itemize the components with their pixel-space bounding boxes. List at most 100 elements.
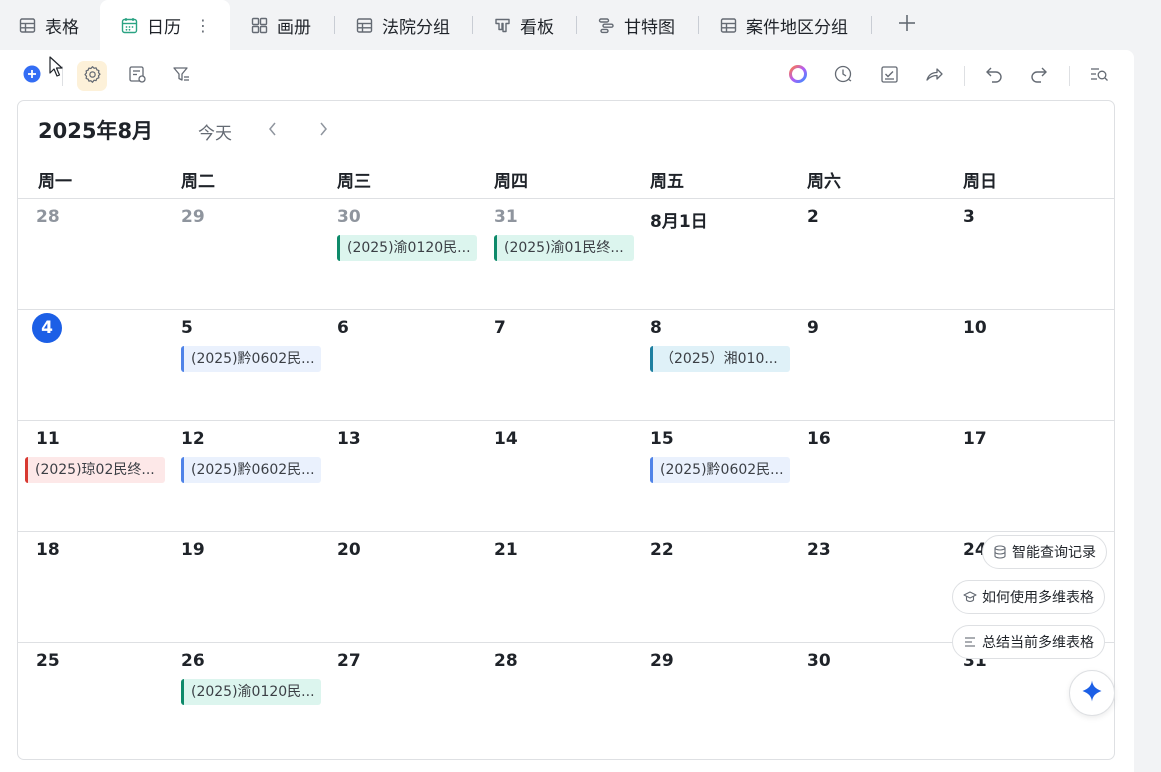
tab-divider xyxy=(576,16,577,34)
calendar-day-cell[interactable]: 6 xyxy=(317,310,474,420)
weekday-header: 周六 xyxy=(807,172,841,192)
day-number: 30 xyxy=(807,651,831,671)
calendar-event[interactable]: (2025)琼02民终... xyxy=(25,457,165,483)
task-button[interactable] xyxy=(876,63,902,89)
calendar-event[interactable]: (2025)渝0120民... xyxy=(181,679,321,705)
day-number: 31 xyxy=(494,207,518,227)
tab-gallery[interactable]: 画册 xyxy=(250,0,311,50)
calendar-day-cell[interactable]: 15 (2025)黔0602民... xyxy=(630,421,790,531)
task-check-icon xyxy=(880,65,899,88)
ai-assistant-fab[interactable] xyxy=(1069,670,1115,716)
calendar-event[interactable]: (2025)黔0602民... xyxy=(181,346,321,372)
calendar-day-cell[interactable]: 29 xyxy=(630,643,787,753)
undo-button[interactable] xyxy=(981,63,1007,89)
calendar-day-cell[interactable]: 28 xyxy=(474,643,630,753)
graduation-cap-icon xyxy=(963,590,977,604)
calendar-day-cell[interactable]: 18 xyxy=(18,532,161,642)
next-month-button[interactable] xyxy=(314,119,332,139)
record-list-button[interactable] xyxy=(124,63,150,89)
calendar-day-cell[interactable]: 4 xyxy=(18,310,161,420)
search-icon xyxy=(1089,64,1109,88)
calendar-day-cell[interactable]: 13 xyxy=(317,421,474,531)
calendar-day-cell[interactable]: 30 xyxy=(787,643,943,753)
today-date-badge: 4 xyxy=(32,313,62,343)
tab-table[interactable]: 表格 xyxy=(18,0,79,50)
search-button[interactable] xyxy=(1086,63,1112,89)
day-number: 29 xyxy=(650,651,674,671)
calendar-week-row: 18 19 20 21 22 23 24 xyxy=(18,531,1114,643)
calendar-day-cell[interactable]: 26 (2025)渝0120民... xyxy=(161,643,321,753)
gallery-icon xyxy=(250,16,268,34)
history-button[interactable] xyxy=(830,63,856,89)
calendar-day-cell[interactable]: 25 xyxy=(18,643,161,753)
ai-suggestion-query-records[interactable]: 智能查询记录 xyxy=(982,535,1107,569)
calendar-day-cell[interactable]: 20 xyxy=(317,532,474,642)
calendar-day-cell[interactable]: 14 xyxy=(474,421,630,531)
grid-table-icon xyxy=(719,16,737,34)
calendar-day-cell[interactable]: 29 xyxy=(161,199,317,309)
day-number: 5 xyxy=(181,318,193,338)
day-number: 11 xyxy=(36,429,60,449)
calendar-day-cell[interactable]: 8 （2025）湘010... xyxy=(630,310,790,420)
calendar-day-cell[interactable]: 23 xyxy=(787,532,943,642)
calendar-day-cell[interactable]: 10 xyxy=(943,310,1114,420)
tab-case-region-group[interactable]: 案件地区分组 xyxy=(719,0,848,50)
settings-icon xyxy=(83,65,102,88)
day-number: 29 xyxy=(181,207,205,227)
add-record-button[interactable] xyxy=(19,63,45,89)
calendar-event[interactable]: （2025）湘010... xyxy=(650,346,790,372)
record-list-icon xyxy=(128,65,147,88)
tab-gantt[interactable]: 甘特图 xyxy=(597,0,675,50)
redo-button[interactable] xyxy=(1026,63,1052,89)
weekday-header: 周三 xyxy=(337,172,371,192)
calendar-day-cell[interactable]: 28 xyxy=(18,199,161,309)
ai-suggestion-summarize[interactable]: 总结当前多维表格 xyxy=(952,625,1105,659)
filter-button[interactable] xyxy=(168,63,194,89)
add-view-button[interactable] xyxy=(895,12,919,38)
tab-court-group[interactable]: 法院分组 xyxy=(355,0,450,50)
tab-kanban[interactable]: 看板 xyxy=(493,0,554,50)
day-number: 28 xyxy=(494,651,518,671)
prev-month-button[interactable] xyxy=(264,119,282,139)
suggestion-label: 智能查询记录 xyxy=(1012,545,1096,561)
calendar-day-cell[interactable]: 12 (2025)黔0602民... xyxy=(161,421,321,531)
today-button[interactable]: 今天 xyxy=(198,119,232,144)
plus-icon xyxy=(898,14,916,36)
calendar-day-cell[interactable]: 27 xyxy=(317,643,474,753)
calendar-week-row: 4 5 (2025)黔0602民... 6 7 8 （2025）湘010... 9 10 xyxy=(18,309,1114,421)
sparkle-icon xyxy=(1080,679,1104,707)
calendar-day-cell[interactable]: 7 xyxy=(474,310,630,420)
calendar-day-cell[interactable]: 8月1日 xyxy=(630,199,787,309)
undo-icon xyxy=(984,64,1004,88)
calendar-day-cell[interactable]: 21 xyxy=(474,532,630,642)
calendar-event[interactable]: (2025)渝01民终... xyxy=(494,235,634,261)
calendar-day-cell[interactable]: 17 xyxy=(943,421,1114,531)
calendar-settings-button[interactable] xyxy=(77,61,107,91)
calendar-event[interactable]: (2025)黔0602民... xyxy=(181,457,321,483)
calendar-day-cell[interactable]: 22 xyxy=(630,532,787,642)
add-record-icon xyxy=(23,65,41,87)
ai-assistant-button[interactable] xyxy=(785,63,811,89)
day-number: 20 xyxy=(337,540,361,560)
calendar-day-cell[interactable]: 11 (2025)琼02民终... xyxy=(18,421,165,531)
more-vertical-icon[interactable]: ⋮ xyxy=(195,16,211,35)
calendar-event[interactable]: (2025)黔0602民... xyxy=(650,457,790,483)
view-tab-bar: 表格 日历 ⋮ 画册 法院分组 看板 甘特图 案件地区分组 xyxy=(0,0,1161,50)
grid-table-icon xyxy=(18,16,36,34)
ai-suggestion-how-to-use[interactable]: 如何使用多维表格 xyxy=(952,580,1105,614)
tab-calendar[interactable]: 日历 ⋮ xyxy=(100,0,230,50)
day-number: 6 xyxy=(337,318,349,338)
calendar-day-cell[interactable]: 2 xyxy=(787,199,943,309)
calendar-day-cell[interactable]: 5 (2025)黔0602民... xyxy=(161,310,321,420)
calendar-day-cell[interactable]: 19 xyxy=(161,532,317,642)
calendar-event[interactable]: (2025)渝0120民... xyxy=(337,235,477,261)
calendar-day-cell[interactable]: 3 xyxy=(943,199,1114,309)
tab-divider xyxy=(698,16,699,34)
calendar-day-cell[interactable]: 30 (2025)渝0120民... xyxy=(317,199,477,309)
share-button[interactable] xyxy=(921,63,947,89)
calendar-day-cell[interactable]: 16 xyxy=(787,421,943,531)
calendar-day-cell[interactable]: 9 xyxy=(787,310,943,420)
day-number: 8月1日 xyxy=(650,212,708,232)
tab-divider xyxy=(871,16,872,34)
calendar-day-cell[interactable]: 31 (2025)渝01民终... xyxy=(474,199,634,309)
